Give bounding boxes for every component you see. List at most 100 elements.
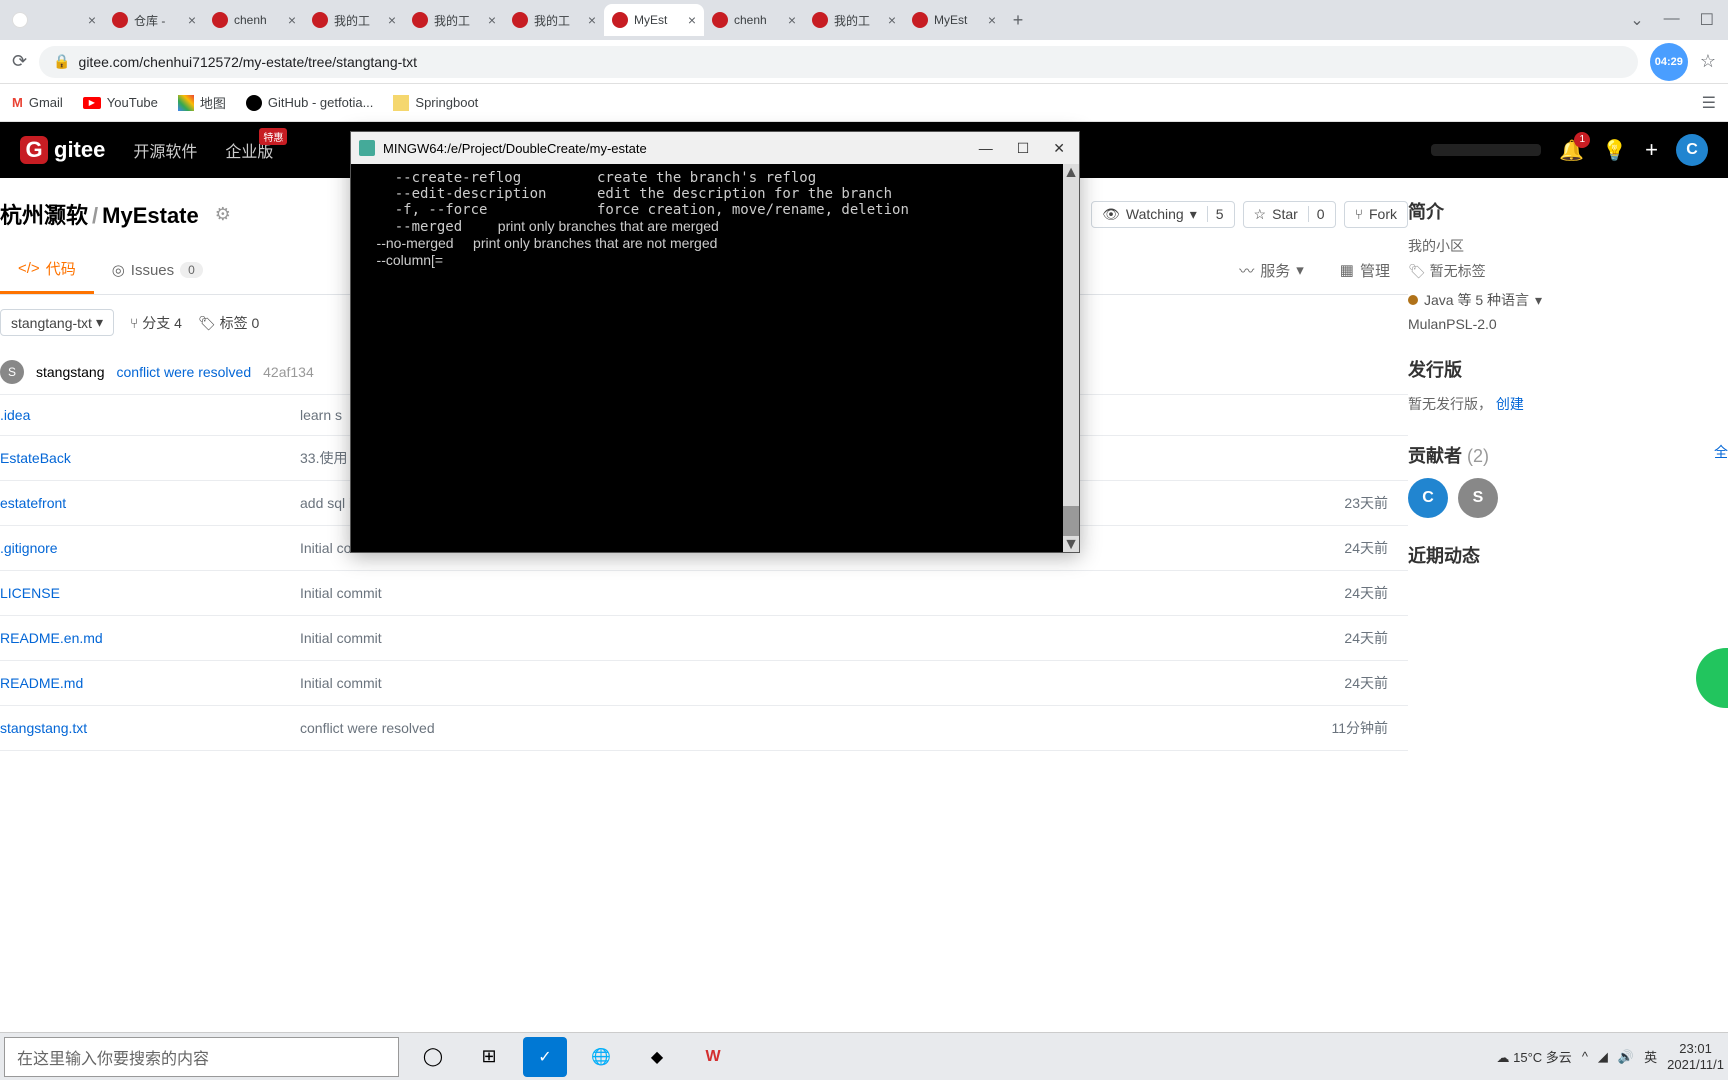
plus-icon[interactable]: + — [1645, 137, 1658, 163]
watch-button[interactable]: 👁 Watching ▾5 — [1091, 201, 1234, 228]
bookmark-star-icon[interactable]: ☆ — [1700, 51, 1716, 72]
tab-6-active[interactable]: MyEst× — [604, 4, 704, 36]
close-icon[interactable]: × — [988, 12, 996, 28]
bookmark-gmail[interactable]: MGmail — [12, 95, 63, 110]
tab-5[interactable]: 我的工× — [504, 4, 604, 36]
close-icon[interactable]: ✕ — [1053, 140, 1065, 157]
nav-enterprise[interactable]: 企业版特惠 — [225, 138, 273, 162]
file-link[interactable]: README.md — [0, 675, 300, 691]
scrollbar-thumb[interactable] — [1063, 506, 1079, 536]
weather-widget[interactable]: ☁ 15°C 多云 — [1497, 1047, 1572, 1066]
reload-icon[interactable]: ⟳ — [12, 51, 27, 72]
bookmark-github[interactable]: GitHub - getfotia... — [246, 95, 374, 111]
close-icon[interactable]: × — [188, 12, 196, 28]
terminal-body[interactable]: --create-reflog create the branch's refl… — [351, 164, 1079, 552]
intro-text: 我的小区 — [1408, 234, 1728, 259]
bookmark-youtube[interactable]: ▶YouTube — [83, 95, 158, 110]
volume-icon[interactable]: 🔊 — [1618, 1049, 1634, 1065]
license-link[interactable]: MulanPSL-2.0 — [1408, 316, 1728, 332]
reading-list-icon[interactable]: ☰ — [1702, 93, 1716, 113]
gitee-logo[interactable]: Ggitee — [20, 136, 105, 164]
taskbar: 在这里输入你要搜索的内容 ◯ ⊞ ✓ 🌐 ◆ W ☁ 15°C 多云 ^ ◢ 🔊… — [0, 1032, 1728, 1080]
close-icon[interactable]: × — [88, 12, 96, 28]
close-icon[interactable]: × — [788, 12, 796, 28]
fork-button[interactable]: ⑂ Fork — [1344, 201, 1408, 228]
bookmark-springboot[interactable]: Springboot — [393, 95, 478, 111]
commit-message-link[interactable]: conflict were resolved — [117, 364, 252, 380]
maximize-icon[interactable]: ☐ — [1700, 10, 1714, 30]
tab-2[interactable]: chenh× — [204, 4, 304, 36]
file-link[interactable]: .idea — [0, 407, 300, 423]
close-icon[interactable]: × — [588, 12, 596, 28]
task-view-icon[interactable]: ◯ — [411, 1037, 455, 1077]
repo-name-link[interactable]: MyEstate — [102, 203, 199, 228]
table-row: LICENSEInitial commit24天前 — [0, 571, 1408, 616]
maximize-icon[interactable]: ☐ — [1017, 140, 1030, 157]
user-avatar[interactable]: C — [1676, 134, 1708, 166]
taskbar-app[interactable]: ◆ — [635, 1037, 679, 1077]
terminal-scrollbar[interactable]: ▲ ▼ — [1063, 164, 1079, 552]
taskbar-search-input[interactable]: 在这里输入你要搜索的内容 — [4, 1037, 399, 1077]
tab-1[interactable]: 仓库 -× — [104, 4, 204, 36]
tab-3[interactable]: 我的工× — [304, 4, 404, 36]
contributor-avatar[interactable]: S — [1458, 478, 1498, 518]
chevron-down-icon[interactable]: ⌄ — [1630, 10, 1643, 30]
system-tray: ☁ 15°C 多云 ^ ◢ 🔊 英 23:01 2021/11/1 — [1497, 1041, 1728, 1072]
file-link[interactable]: stangstang.txt — [0, 720, 300, 736]
file-link[interactable]: README.en.md — [0, 630, 300, 646]
gear-icon[interactable]: ⚙ — [215, 204, 231, 225]
all-contributors-link[interactable]: 全 — [1714, 442, 1728, 462]
language-link[interactable]: Java 等 5 种语言 ▾ — [1408, 290, 1728, 310]
tab-8[interactable]: 我的工× — [804, 4, 904, 36]
star-button[interactable]: ☆ Star0 — [1243, 201, 1336, 228]
taskbar-app[interactable]: ✓ — [523, 1037, 567, 1077]
tab-9[interactable]: MyEst× — [904, 4, 1004, 36]
repo-owner-link[interactable]: 杭州灏软 — [0, 203, 88, 228]
branches-link[interactable]: ⑂ 分支 4 — [130, 313, 182, 333]
close-icon[interactable]: × — [288, 12, 296, 28]
lock-icon: 🔒 — [53, 53, 70, 70]
file-link[interactable]: .gitignore — [0, 540, 300, 556]
commit-hash[interactable]: 42af134 — [263, 364, 314, 380]
taskbar-chrome[interactable]: 🌐 — [579, 1037, 623, 1077]
create-release-link[interactable]: 创建 — [1496, 396, 1524, 412]
tab-manage[interactable]: ▦ 管理 — [1322, 246, 1408, 294]
url-input[interactable]: 🔒 gitee.com/chenhui712572/my-estate/tree… — [39, 46, 1638, 78]
tab-4[interactable]: 我的工× — [404, 4, 504, 36]
bulb-icon[interactable]: 💡 — [1602, 138, 1627, 163]
file-link[interactable]: LICENSE — [0, 585, 300, 601]
header-search-input[interactable] — [1431, 144, 1541, 156]
clock-badge[interactable]: 04:29 — [1650, 43, 1688, 81]
close-icon[interactable]: × — [888, 12, 896, 28]
commit-author[interactable]: stangstang — [36, 364, 105, 380]
tab-code[interactable]: </> 代码 — [0, 246, 94, 294]
close-icon[interactable]: × — [688, 12, 696, 28]
lang-dot-icon — [1408, 295, 1418, 305]
close-icon[interactable]: × — [488, 12, 496, 28]
minimize-icon[interactable]: — — [1664, 10, 1680, 30]
tray-chevron-icon[interactable]: ^ — [1582, 1049, 1588, 1064]
branch-selector[interactable]: stangtang-txt ▾ — [0, 309, 114, 336]
tab-services[interactable]: 〰 服务 ▾ — [1221, 246, 1322, 294]
taskbar-wps[interactable]: W — [691, 1037, 735, 1077]
tab-7[interactable]: chenh× — [704, 4, 804, 36]
tab-0[interactable]: × — [4, 4, 104, 36]
terminal-title-bar[interactable]: MINGW64:/e/Project/DoubleCreate/my-estat… — [351, 132, 1079, 164]
task-view-icon[interactable]: ⊞ — [467, 1037, 511, 1077]
ime-indicator[interactable]: 英 — [1644, 1047, 1657, 1066]
file-link[interactable]: EstateBack — [0, 450, 300, 466]
minimize-icon[interactable]: — — [979, 140, 993, 157]
map-icon — [178, 95, 194, 111]
network-icon[interactable]: ◢ — [1598, 1049, 1608, 1065]
notifications-icon[interactable]: 🔔1 — [1559, 138, 1584, 163]
tags-link[interactable]: 🏷 标签 0 — [198, 313, 259, 333]
new-tab-button[interactable]: + — [1004, 6, 1032, 34]
contributor-avatar[interactable]: C — [1408, 478, 1448, 518]
taskbar-clock[interactable]: 23:01 2021/11/1 — [1667, 1041, 1724, 1072]
tab-issues[interactable]: ◎ Issues 0 — [94, 246, 221, 294]
file-link[interactable]: estatefront — [0, 495, 300, 511]
repo-title: 杭州灏软/MyEstate — [0, 198, 199, 230]
nav-opensource[interactable]: 开源软件 — [133, 138, 197, 162]
bookmark-maps[interactable]: 地图 — [178, 93, 226, 112]
close-icon[interactable]: × — [388, 12, 396, 28]
